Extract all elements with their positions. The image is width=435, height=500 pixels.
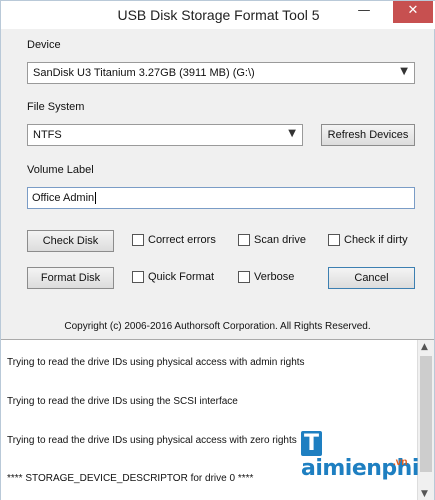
volume-label-value: Office Admin [32,192,95,204]
log-line: Trying to read the drive IDs using physi… [7,357,305,368]
check-disk-button[interactable]: Check Disk [27,230,114,252]
correct-errors-label: Correct errors [148,234,216,247]
device-label: Device [27,39,61,51]
volume-label-input[interactable]: Office Admin [27,187,415,209]
file-system-selected: NTFS [33,129,62,141]
watermark-logo: Taimienphi [301,431,434,481]
watermark-initial: T [301,431,322,456]
text-caret [95,192,97,205]
format-disk-button[interactable]: Format Disk [27,267,114,289]
verbose-checkbox[interactable]: Verbose [238,271,294,287]
log-line: Trying to read the drive IDs using the S… [7,396,238,407]
checkbox-icon [132,271,144,284]
close-button[interactable]: ✕ [393,1,433,23]
scan-drive-label: Scan drive [254,234,306,247]
chevron-down-icon: ▼ [288,128,296,139]
watermark-suffix: .vn [393,457,408,468]
copyright-text: Copyright (c) 2006-2016 Authorsoft Corpo… [64,321,371,332]
minimize-button[interactable]: — [349,1,379,23]
correct-errors-checkbox[interactable]: Correct errors [132,234,216,250]
file-system-label: File System [27,101,85,113]
quick-format-checkbox[interactable]: Quick Format [132,271,214,287]
verbose-label: Verbose [254,271,295,284]
cancel-button[interactable]: Cancel [328,267,415,289]
app-window: USB Disk Storage Format Tool 5 — ✕ Devic… [0,0,435,500]
log-line: Trying to read the drive IDs using physi… [7,435,297,446]
checkbox-icon [238,271,250,284]
log-line: **** STORAGE_DEVICE_DESCRIPTOR for drive… [7,473,254,484]
title-bar[interactable]: USB Disk Storage Format Tool 5 — ✕ [1,1,435,29]
scan-drive-checkbox[interactable]: Scan drive [238,234,306,250]
refresh-devices-button[interactable]: Refresh Devices [321,124,415,146]
check-if-dirty-checkbox[interactable]: Check if dirty [328,234,408,250]
checkbox-icon [132,234,144,247]
file-system-dropdown[interactable]: NTFS ▼ [27,124,303,146]
quick-format-label: Quick Format [148,271,215,284]
device-dropdown[interactable]: SanDisk U3 Titanium 3.27GB (3911 MB) (G:… [27,62,415,84]
checkbox-icon [328,234,340,247]
check-if-dirty-label: Check if dirty [344,234,408,247]
volume-label-label: Volume Label [27,164,94,176]
arrow-up-icon[interactable]: ▲ [421,342,428,352]
arrow-down-icon[interactable]: ▼ [421,489,428,499]
device-selected: SanDisk U3 Titanium 3.27GB (3911 MB) (G:… [33,67,255,79]
chevron-down-icon: ▼ [400,66,408,77]
checkbox-icon [238,234,250,247]
